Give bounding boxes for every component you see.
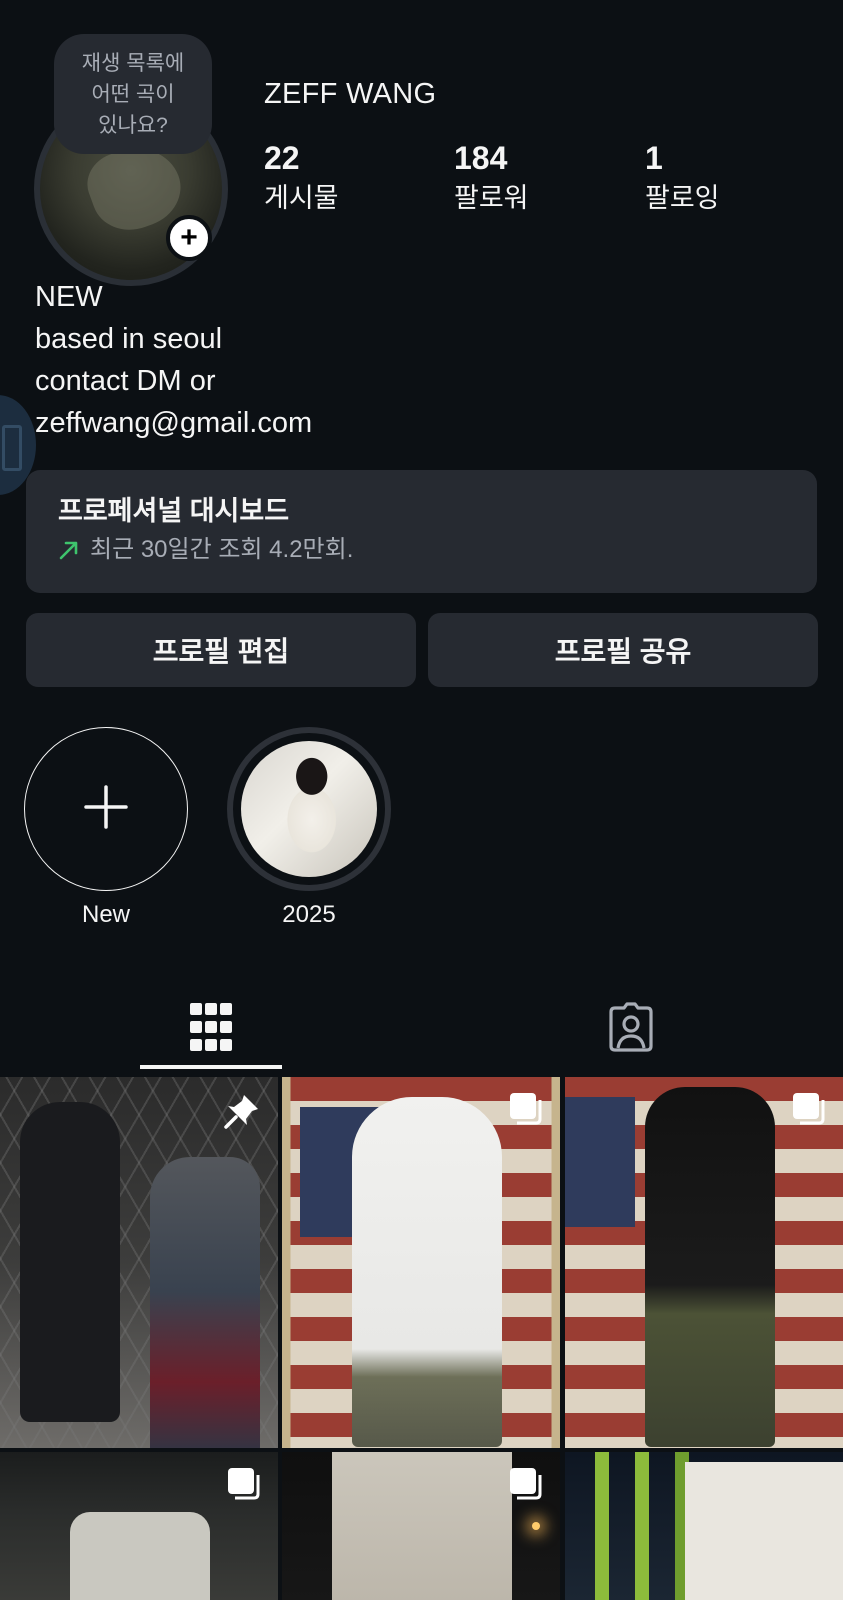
profile-page: + 재생 목록에 어떤 곡이 있나요? ZEFF WANG 22 게시물 184… — [0, 0, 843, 1600]
carousel-icon — [226, 1466, 262, 1507]
highlight-2025[interactable]: 2025 — [227, 727, 391, 931]
highlight-2025-circle[interactable] — [227, 727, 391, 891]
profile-bio: NEW based in seoul contact DM or zeffwan… — [35, 276, 312, 444]
carousel-icon — [508, 1466, 544, 1507]
tagged-person-icon — [606, 1001, 656, 1057]
pin-icon — [222, 1091, 262, 1136]
bio-line: contact DM or — [35, 365, 216, 397]
plus-icon — [84, 784, 128, 834]
highlight-cover-image — [241, 741, 377, 877]
trend-up-arrow-icon — [58, 539, 80, 561]
active-tab-indicator — [140, 1065, 282, 1069]
grid-post[interactable] — [0, 1077, 278, 1448]
carousel-icon — [508, 1091, 544, 1132]
grid-post[interactable] — [0, 1452, 278, 1600]
add-story-plus-icon[interactable]: + — [166, 215, 212, 261]
grid-post[interactable] — [565, 1452, 843, 1600]
dashboard-subtitle-row: 최근 30일간 조회 4.2만회. — [58, 532, 785, 568]
edit-profile-button[interactable]: 프로필 편집 — [26, 613, 416, 687]
dashboard-title: 프로페셔널 대시보드 — [58, 496, 290, 526]
highlight-new[interactable]: New — [24, 727, 188, 931]
stat-following[interactable]: 1 팔로잉 — [645, 138, 805, 218]
highlight-label: New — [81, 901, 130, 928]
bio-line: NEW — [35, 281, 103, 313]
bio-email-link[interactable]: zeffwang@gmail.com — [35, 402, 312, 444]
note-bubble[interactable]: 재생 목록에 어떤 곡이 있나요? — [54, 34, 212, 154]
tab-posts-grid[interactable] — [140, 984, 282, 1074]
highlight-new-circle[interactable] — [24, 727, 188, 891]
carousel-icon — [791, 1091, 827, 1132]
share-profile-button[interactable]: 프로필 공유 — [428, 613, 818, 687]
grid-post[interactable] — [282, 1452, 560, 1600]
stat-followers-label: 팔로워 — [454, 183, 529, 213]
bio-line: based in seoul — [35, 323, 223, 355]
carousel-icon — [791, 1466, 827, 1507]
stat-posts[interactable]: 22 게시물 — [264, 138, 424, 218]
grid-post[interactable] — [565, 1077, 843, 1448]
stat-following-value: 1 — [645, 140, 663, 176]
tab-tagged[interactable] — [560, 984, 702, 1074]
stat-following-label: 팔로잉 — [645, 183, 720, 213]
professional-dashboard-card[interactable]: 프로페셔널 대시보드 최근 30일간 조회 4.2만회. — [26, 470, 817, 593]
stat-followers[interactable]: 184 팔로워 — [454, 138, 614, 218]
stat-posts-value: 22 — [264, 140, 300, 176]
profile-username: ZEFF WANG — [264, 78, 437, 110]
highlight-label: 2025 — [282, 901, 336, 928]
grid-post[interactable] — [282, 1077, 560, 1448]
dashboard-subtitle: 최근 30일간 조회 4.2만회. — [90, 536, 354, 563]
stat-followers-value: 184 — [454, 140, 508, 176]
grid-icon — [189, 1002, 233, 1057]
stat-posts-label: 게시물 — [264, 183, 339, 213]
